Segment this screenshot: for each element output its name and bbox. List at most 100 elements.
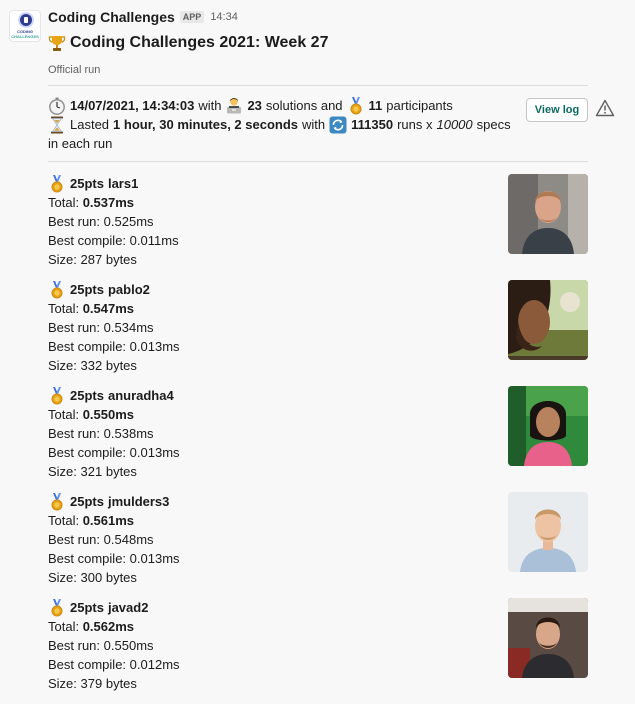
best-compile-label: Best compile:	[48, 233, 127, 248]
best-run-value: 0.538ms	[103, 426, 154, 441]
best-compile-label: Best compile:	[48, 339, 127, 354]
entry-best-compile: Best compile: 0.011ms	[48, 231, 588, 250]
best-run-value: 0.550ms	[103, 638, 154, 653]
medal-icon	[347, 96, 365, 115]
entry-best-compile: Best compile: 0.013ms	[48, 443, 588, 462]
size-value: 321 bytes	[80, 464, 137, 479]
entry-size: Size: 287 bytes	[48, 250, 588, 269]
entry-username: lars1	[107, 176, 139, 191]
app-avatar[interactable]: CODING CHALLENGES	[9, 10, 41, 42]
run-duration: 1 hour, 30 minutes, 2 seconds	[113, 117, 298, 132]
entry-best-run: Best run: 0.525ms	[48, 212, 588, 231]
user-photo[interactable]	[508, 598, 588, 678]
best-compile-value: 0.013ms	[129, 339, 180, 354]
entry-total: Total: 0.550ms	[48, 405, 588, 424]
total-label: Total:	[48, 513, 80, 528]
entry-heading: 25pts anuradha4	[48, 386, 588, 405]
total-value: 0.550ms	[82, 407, 135, 422]
size-label: Size:	[48, 358, 77, 373]
medal-icon	[48, 598, 66, 617]
medal-icon	[48, 492, 66, 511]
best-compile-value: 0.013ms	[129, 551, 180, 566]
total-label: Total:	[48, 301, 80, 316]
results-list: 25pts lars1 Total: 0.537ms Best run: 0.5…	[48, 174, 588, 704]
app-avatar-text-2: CHALLENGES	[11, 34, 39, 39]
message-title-row: Coding Challenges 2021: Week 27	[48, 31, 588, 55]
specs-count: 10000	[436, 117, 473, 132]
best-compile-label: Best compile:	[48, 551, 127, 566]
user-photo[interactable]	[508, 174, 588, 254]
message: Coding Challenges APP 14:34 Coding Chall…	[48, 8, 615, 704]
entry-total: Total: 0.561ms	[48, 511, 588, 530]
entry-size: Size: 332 bytes	[48, 356, 588, 375]
message-title: Coding Challenges 2021: Week 27	[70, 34, 329, 51]
entry-points: 25pts	[70, 282, 104, 297]
total-value: 0.547ms	[82, 301, 135, 316]
run-info-line-1: 14/07/2021, 14:34:03 with 23 solutions a…	[48, 96, 588, 115]
entry-heading: 25pts pablo2	[48, 280, 588, 299]
user-photo[interactable]	[508, 386, 588, 466]
size-label: Size:	[48, 676, 77, 691]
best-run-label: Best run:	[48, 638, 101, 653]
result-entry: 25pts javad2 Total: 0.562ms Best run: 0.…	[48, 598, 588, 704]
run-datetime: 14/07/2021, 14:34:03	[70, 98, 195, 113]
total-value: 0.537ms	[82, 195, 135, 210]
view-log-button[interactable]: View log	[526, 98, 588, 122]
size-value: 379 bytes	[80, 676, 137, 691]
result-entry: 25pts jmulders3 Total: 0.561ms Best run:…	[48, 492, 588, 598]
result-entry: 25pts lars1 Total: 0.537ms Best run: 0.5…	[48, 174, 588, 280]
size-value: 300 bytes	[80, 570, 137, 585]
entry-heading: 25pts lars1	[48, 174, 588, 193]
entry-best-run: Best run: 0.534ms	[48, 318, 588, 337]
best-run-value: 0.534ms	[103, 320, 154, 335]
run-info-line-2: Lasted 1 hour, 30 minutes, 2 seconds wit…	[48, 115, 588, 134]
best-run-label: Best run:	[48, 532, 101, 547]
best-compile-label: Best compile:	[48, 445, 127, 460]
entry-username: anuradha4	[107, 388, 174, 403]
result-entry: 25pts anuradha4 Total: 0.550ms Best run:…	[48, 386, 588, 492]
entry-best-compile: Best compile: 0.012ms	[48, 655, 588, 674]
best-run-label: Best run:	[48, 320, 101, 335]
message-header: Coding Challenges APP 14:34	[48, 8, 588, 26]
entry-total: Total: 0.537ms	[48, 193, 588, 212]
solutions-text: solutions and	[265, 98, 343, 113]
entry-total: Total: 0.547ms	[48, 299, 588, 318]
entry-heading: 25pts jmulders3	[48, 492, 588, 511]
user-photo[interactable]	[508, 492, 588, 572]
warning-icon[interactable]	[595, 99, 615, 117]
user-photo[interactable]	[508, 280, 588, 360]
participants-text: participants	[386, 98, 453, 113]
medal-icon	[48, 280, 66, 299]
repeat-icon	[329, 116, 347, 134]
message-subtitle: Official run	[48, 64, 101, 76]
total-label: Total:	[48, 407, 80, 422]
in-each-run-text: in each run	[48, 136, 113, 151]
best-run-label: Best run:	[48, 214, 101, 229]
entry-username: pablo2	[107, 282, 150, 297]
timestamp[interactable]: 14:34	[210, 8, 238, 26]
sender-name[interactable]: Coding Challenges	[48, 8, 175, 26]
result-entry: 25pts pablo2 Total: 0.547ms Best run: 0.…	[48, 280, 588, 386]
entry-size: Size: 321 bytes	[48, 462, 588, 481]
best-compile-value: 0.012ms	[129, 657, 180, 672]
entry-best-compile: Best compile: 0.013ms	[48, 337, 588, 356]
entry-points: 25pts	[70, 388, 104, 403]
entry-best-run: Best run: 0.548ms	[48, 530, 588, 549]
best-run-value: 0.525ms	[103, 214, 154, 229]
size-label: Size:	[48, 570, 77, 585]
solutions-count: 23	[247, 98, 262, 113]
hourglass-icon	[48, 116, 66, 134]
entry-best-compile: Best compile: 0.013ms	[48, 549, 588, 568]
divider	[48, 85, 588, 86]
size-value: 287 bytes	[80, 252, 137, 267]
medal-icon	[48, 174, 66, 193]
total-value: 0.561ms	[82, 513, 135, 528]
size-value: 332 bytes	[80, 358, 137, 373]
specs-text: specs	[476, 117, 511, 132]
trophy-icon	[48, 34, 66, 52]
entry-points: 25pts	[70, 494, 104, 509]
stopwatch-icon	[48, 97, 66, 115]
run-info-line-3: in each run	[48, 134, 588, 153]
entry-size: Size: 300 bytes	[48, 568, 588, 587]
best-run-value: 0.548ms	[103, 532, 154, 547]
